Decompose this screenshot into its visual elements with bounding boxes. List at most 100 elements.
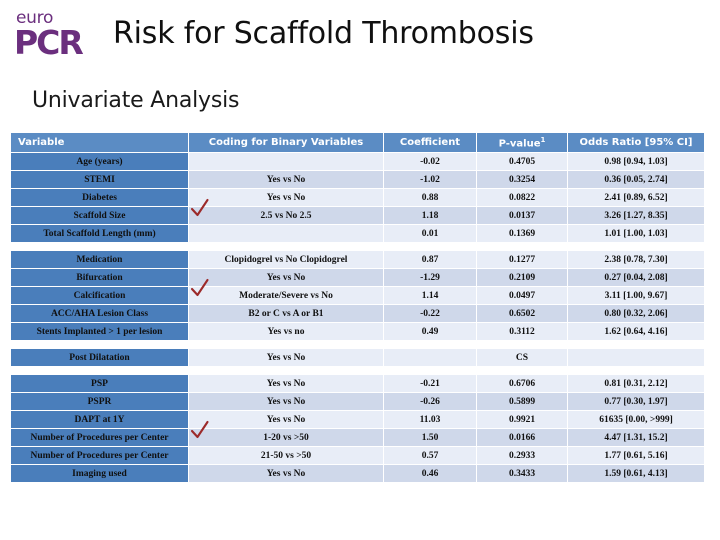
cell-variable: Post Dilatation — [10, 348, 189, 367]
cell-coefficient: -1.29 — [383, 268, 477, 287]
table-row: Bifurcation Yes vs No -1.29 0.2109 0.27 [0.0… — [10, 268, 705, 287]
table-row: Post Dilatation Yes vs No CS — [10, 348, 705, 367]
europcr-logo: euro PCR — [14, 10, 110, 68]
analysis-table-container: Variable Coding for Binary Variables Coe… — [10, 133, 705, 483]
cell-variable: Medication — [10, 250, 189, 269]
cell-coefficient: -0.26 — [383, 392, 477, 411]
cell-pvalue: 0.3433 — [476, 464, 568, 483]
group-separator — [10, 366, 705, 375]
group-separator-cell — [10, 340, 705, 349]
logo-pcr-text: PCR — [14, 23, 84, 62]
column-header-pvalue-text: P-value — [498, 138, 541, 150]
cell-odds-ratio — [567, 348, 705, 367]
table-row: Calcification Moderate/Severe vs No 1.14 0.… — [10, 286, 705, 305]
cell-pvalue: 0.0166 — [476, 428, 568, 447]
cell-coding: 2.5 vs No 2.5 — [188, 206, 384, 225]
univariate-analysis-table: Variable Coding for Binary Variables Coe… — [10, 133, 705, 483]
cell-pvalue: 0.1277 — [476, 250, 568, 269]
cell-variable: STEMI — [10, 170, 189, 189]
page-title: Risk for Scaffold Thrombosis — [113, 16, 534, 51]
cell-odds-ratio: 2.41 [0.89, 6.52] — [567, 188, 705, 207]
cell-variable: Diabetes — [10, 188, 189, 207]
cell-coding — [188, 152, 384, 171]
table-row: PSPR Yes vs No -0.26 0.5899 0.77 [0.30, 1.97… — [10, 392, 705, 411]
cell-coding: Moderate/Severe vs No — [188, 286, 384, 305]
cell-pvalue: 0.9921 — [476, 410, 568, 429]
cell-coefficient: 1.50 — [383, 428, 477, 447]
cell-pvalue: 0.6706 — [476, 374, 568, 393]
group-separator — [10, 242, 705, 251]
cell-odds-ratio: 0.81 [0.31, 2.12] — [567, 374, 705, 393]
cell-coefficient: -0.21 — [383, 374, 477, 393]
cell-odds-ratio: 0.98 [0.94, 1.03] — [567, 152, 705, 171]
table-body: Age (years) -0.02 0.4705 0.98 [0.94, 1.03] S… — [10, 152, 705, 483]
cell-coefficient: -0.22 — [383, 304, 477, 323]
cell-variable: Age (years) — [10, 152, 189, 171]
table-row: Imaging used Yes vs No 0.46 0.3433 1.59 [0.6… — [10, 464, 705, 483]
cell-coding: Yes vs No — [188, 374, 384, 393]
cell-coding: Yes vs No — [188, 188, 384, 207]
cell-coding — [188, 224, 384, 243]
cell-odds-ratio: 1.01 [1.00, 1.03] — [567, 224, 705, 243]
group-separator — [10, 340, 705, 349]
table-row: PSP Yes vs No -0.21 0.6706 0.81 [0.31, 2.12] — [10, 374, 705, 393]
cell-odds-ratio: 4.47 [1.31, 15.2] — [567, 428, 705, 447]
cell-coefficient: 0.87 — [383, 250, 477, 269]
table-row: Medication Clopidogrel vs No Clopidogrel 0… — [10, 250, 705, 269]
table-row: Age (years) -0.02 0.4705 0.98 [0.94, 1.03] — [10, 152, 705, 171]
column-header-coding: Coding for Binary Variables — [188, 133, 384, 153]
table-row: Scaffold Size 2.5 vs No 2.5 1.18 0.0137 3.26… — [10, 206, 705, 225]
cell-variable: Bifurcation — [10, 268, 189, 287]
cell-pvalue: 0.0822 — [476, 188, 568, 207]
cell-pvalue: 0.6502 — [476, 304, 568, 323]
cell-coefficient: 1.14 — [383, 286, 477, 305]
cell-coding: B2 or C vs A or B1 — [188, 304, 384, 323]
cell-coding: 1-20 vs >50 — [188, 428, 384, 447]
column-header-variable: Variable — [10, 133, 189, 153]
cell-odds-ratio: 0.27 [0.04, 2.08] — [567, 268, 705, 287]
cell-coefficient: 11.03 — [383, 410, 477, 429]
cell-odds-ratio: 0.36 [0.05, 2.74] — [567, 170, 705, 189]
cell-odds-ratio: 1.59 [0.61, 4.13] — [567, 464, 705, 483]
cell-coefficient: 0.46 — [383, 464, 477, 483]
cell-coefficient — [383, 348, 477, 367]
group-separator-cell — [10, 366, 705, 375]
cell-variable: Number of Procedures per Center — [10, 428, 189, 447]
cell-variable: Scaffold Size — [10, 206, 189, 225]
cell-odds-ratio: 3.26 [1.27, 8.35] — [567, 206, 705, 225]
cell-pvalue: 0.3254 — [476, 170, 568, 189]
column-header-coefficient: Coefficient — [383, 133, 477, 153]
column-header-pvalue: P-value1 — [476, 133, 568, 153]
cell-coefficient: 1.18 — [383, 206, 477, 225]
table-row: Number of Procedures per Center 21-50 vs … — [10, 446, 705, 465]
cell-coding: Clopidogrel vs No Clopidogrel — [188, 250, 384, 269]
cell-variable: Calcification — [10, 286, 189, 305]
cell-coding: Yes vs No — [188, 170, 384, 189]
group-separator-cell — [10, 242, 705, 251]
table-header-row: Variable Coding for Binary Variables Coe… — [10, 133, 705, 153]
cell-coding: Yes vs No — [188, 410, 384, 429]
table-row: Number of Procedures per Center 1-20 vs >… — [10, 428, 705, 447]
cell-coding: Yes vs No — [188, 392, 384, 411]
table-row: Diabetes Yes vs No 0.88 0.0822 2.41 [0.89, 6… — [10, 188, 705, 207]
table-row: Total Scaffold Length (mm) 0.01 0.1369 1.01… — [10, 224, 705, 243]
cell-pvalue: 0.2109 — [476, 268, 568, 287]
cell-pvalue: 0.2933 — [476, 446, 568, 465]
cell-coefficient: 0.88 — [383, 188, 477, 207]
cell-variable: Number of Procedures per Center — [10, 446, 189, 465]
cell-pvalue: 0.5899 — [476, 392, 568, 411]
cell-pvalue: CS — [476, 348, 568, 367]
cell-odds-ratio: 0.80 [0.32, 2.06] — [567, 304, 705, 323]
cell-coding: 21-50 vs >50 — [188, 446, 384, 465]
column-header-odds-ratio: Odds Ratio [95% CI] — [567, 133, 705, 153]
cell-coefficient: 0.01 — [383, 224, 477, 243]
slide-header: euro PCR Risk for Scaffold Thrombosis — [0, 0, 720, 84]
cell-coefficient: 0.49 — [383, 322, 477, 341]
cell-variable: DAPT at 1Y — [10, 410, 189, 429]
cell-coefficient: -0.02 — [383, 152, 477, 171]
cell-odds-ratio: 1.62 [0.64, 4.16] — [567, 322, 705, 341]
pvalue-footnote-marker: 1 — [540, 135, 546, 144]
cell-variable: Total Scaffold Length (mm) — [10, 224, 189, 243]
cell-variable: Stents Implanted > 1 per lesion — [10, 322, 189, 341]
cell-pvalue: 0.0137 — [476, 206, 568, 225]
